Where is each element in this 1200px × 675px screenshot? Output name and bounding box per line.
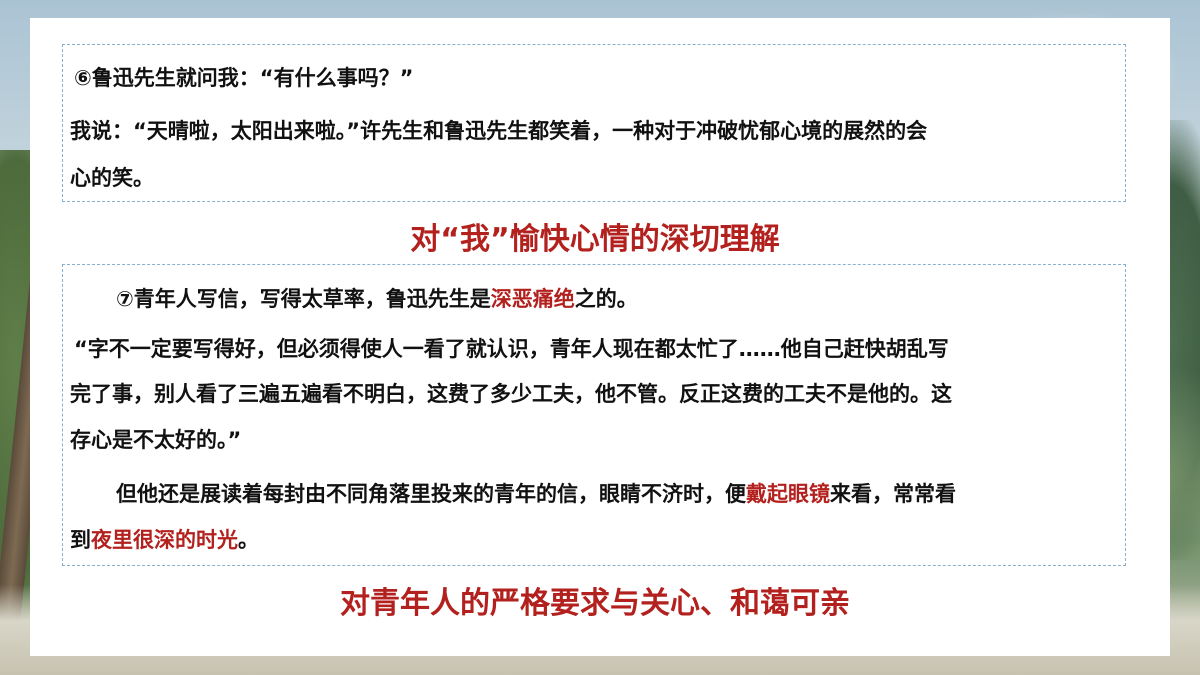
passage7-line1-text-b: 之的。 xyxy=(574,287,638,311)
quote-line1: “字不一定要写得好，但必须得使人一看了就认识，青年人现在都太忙了……他自己赶快胡… xyxy=(74,337,949,361)
quote-line2: 完了事，别人看了三遍五遍看不明白，这费了多少工夫，他不管。反正这费的工夫不是他的… xyxy=(70,382,952,406)
heading-strict-care: 对青年人的严格要求与关心、和蔼可亲 xyxy=(340,586,850,621)
para3-text-d: 。 xyxy=(238,528,259,552)
passage6-line3: 心的笑。 xyxy=(70,166,154,190)
para3-text-a: 但他还是展读着每封由不同角落里投来的青年的信，眼睛不济时，便 xyxy=(116,482,746,506)
passage6-line1: ⑥鲁迅先生就问我：“有什么事吗？” xyxy=(74,66,414,90)
passage6-line2: 我说：“天晴啦，太阳出来啦。”许先生和鲁迅先生都笑着，一种对于冲破忧郁心境的展然… xyxy=(70,119,928,143)
quote-line3: 存心是不太好的。” xyxy=(70,428,242,452)
highlight-glasses: 戴起眼镜 xyxy=(746,482,830,506)
heading-understanding: 对“我”愉快心情的深切理解 xyxy=(410,222,780,257)
para3-text-c: 到 xyxy=(70,528,91,552)
highlight-late-night: 夜里很深的时光 xyxy=(91,528,238,552)
passage7-line1-text-a: ⑦青年人写信，写得太草率，鲁迅先生是 xyxy=(116,287,491,311)
passage7-para3-line1: 但他还是展读着每封由不同角落里投来的青年的信，眼睛不济时，便戴起眼镜来看，常常看 xyxy=(116,476,956,513)
para3-text-b: 来看，常常看 xyxy=(830,482,956,506)
highlight-shenwutongjue: 深恶痛绝 xyxy=(490,287,575,311)
passage7-line1: ⑦青年人写信，写得太草率，鲁迅先生是深恶痛绝之的。 xyxy=(116,281,638,318)
passage7-para3-line2: 到夜里很深的时光。 xyxy=(70,522,259,559)
